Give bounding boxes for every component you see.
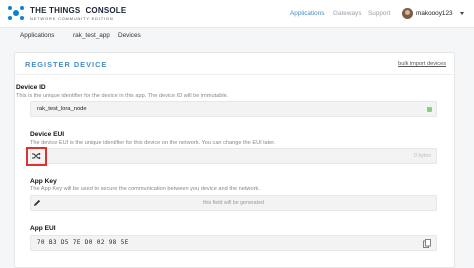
nav-support[interactable]: Support — [368, 10, 390, 17]
nav-gateways[interactable]: Gateways — [333, 10, 361, 17]
avatar[interactable] — [402, 8, 413, 19]
device-id-help: This is the unique identifier for the de… — [16, 93, 229, 99]
ttn-logo-icon[interactable] — [6, 4, 26, 22]
card-header: REGISTER DEVICE bulk import devices — [15, 53, 454, 75]
copy-icon[interactable] — [423, 239, 431, 248]
app-key-placeholder: this field will be generated — [203, 200, 264, 206]
device-id-value: rak_test_lora_node — [37, 106, 87, 112]
page-title: REGISTER DEVICE — [25, 60, 108, 69]
top-bar: THE THINGS CONSOLE NETWORK COMMUNITY EDIT… — [0, 0, 474, 28]
device-eui-label: Device EUI — [30, 131, 65, 138]
device-eui-input[interactable]: 0 bytes — [30, 148, 437, 164]
app-key-label: App Key — [30, 178, 57, 185]
brand-subtitle: NETWORK COMMUNITY EDITION — [30, 16, 114, 21]
chevron-down-icon[interactable] — [460, 12, 464, 15]
nav-applications[interactable]: Applications — [290, 10, 324, 17]
breadcrumb-separator: › — [108, 32, 111, 39]
breadcrumb-devices[interactable]: Devices — [118, 32, 141, 39]
breadcrumb: Applications rak_test_app › Devices — [0, 28, 474, 67]
device-eui-help: The device EUI is the unique identifier … — [30, 140, 276, 146]
pencil-icon[interactable] — [33, 199, 41, 207]
app-eui-value: 70 B3 D5 7E D0 02 98 5E — [37, 240, 129, 246]
app-eui-input[interactable]: 70 B3 D5 7E D0 02 98 5E — [30, 235, 437, 251]
breadcrumb-applications[interactable]: Applications — [20, 32, 54, 39]
app-key-input[interactable]: this field will be generated — [30, 195, 437, 211]
breadcrumb-app[interactable]: rak_test_app — [73, 32, 110, 39]
shuffle-icon[interactable] — [31, 151, 41, 161]
bulk-import-link[interactable]: bulk import devices — [398, 61, 446, 67]
username[interactable]: makoooy123 — [416, 10, 453, 17]
device-id-input[interactable]: rak_test_lora_node — [30, 101, 437, 117]
app-eui-label: App EUI — [30, 225, 56, 232]
app-key-help: The App Key will be used to secure the c… — [30, 186, 260, 192]
brand-title[interactable]: THE THINGS CONSOLE — [30, 6, 126, 15]
valid-indicator — [427, 107, 432, 112]
device-id-label: Device ID — [16, 84, 46, 91]
device-eui-placeholder: 0 bytes — [413, 153, 431, 159]
